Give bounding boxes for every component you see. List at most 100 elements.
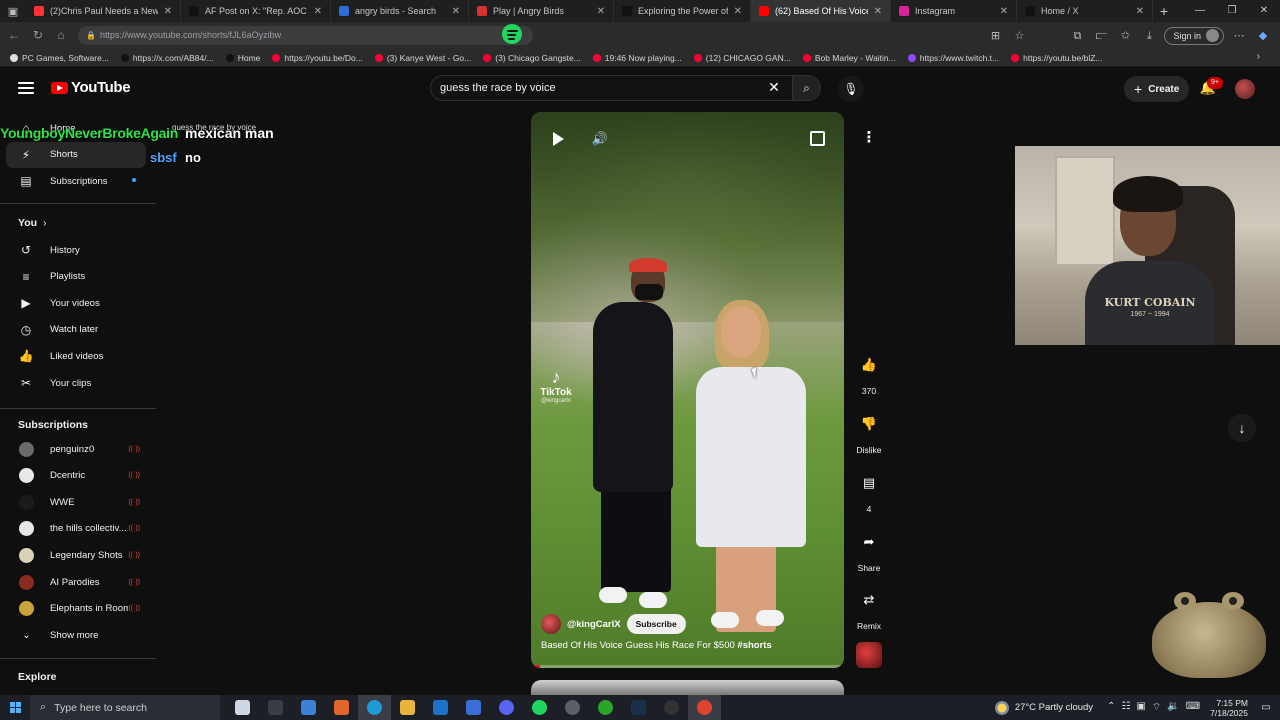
taskbar-app[interactable] [490, 695, 523, 720]
sign-in-button[interactable]: Sign in [1164, 26, 1224, 45]
bookmark-item[interactable]: PC Games, Software... [10, 53, 109, 63]
subscribe-button[interactable]: Subscribe [626, 614, 686, 634]
browser-tab[interactable]: (2)Chris Paul Needs a New ✕ [26, 0, 181, 22]
sound-thumbnail[interactable] [856, 642, 882, 668]
bookmark-item[interactable]: https://www.twitch.t... [907, 53, 999, 63]
next-short-arrow-icon[interactable]: ↓ [1228, 414, 1256, 442]
taskbar-app[interactable] [358, 695, 391, 720]
maximize-icon[interactable]: ❐ [1216, 0, 1248, 22]
camera-icon[interactable]: ▣ [1136, 701, 1145, 714]
sidebar-item-your-videos[interactable]: ▶ Your videos [6, 290, 146, 316]
split-screen-icon[interactable]: ⫍ [1092, 27, 1110, 45]
dislike-button[interactable]: 👎 Dislike [852, 409, 886, 455]
address-bar[interactable]: 🔒 https://www.youtube.com/shorts/fJL6aOy… [78, 26, 533, 45]
taskbar-app[interactable] [226, 695, 259, 720]
browser-tab[interactable]: Play | Angry Birds ✕ [469, 0, 614, 22]
network-icon[interactable]: ☷ [1121, 701, 1130, 714]
apps-icon[interactable]: ⊞ [986, 27, 1004, 45]
subscription-channel[interactable]: Dcentric ((·)) [6, 463, 146, 489]
tab-close-icon[interactable]: ✕ [874, 6, 882, 17]
browser-tab[interactable]: (62) Based Of His Voice Gu ✕ [751, 0, 891, 22]
minimize-icon[interactable]: — [1184, 0, 1216, 22]
sidebar-item-history[interactable]: ↺ History [6, 237, 146, 263]
taskbar-app[interactable] [523, 695, 556, 720]
volume-icon[interactable]: 🔉 [1167, 701, 1179, 714]
weather-widget[interactable]: 27°C Partly cloudy [994, 700, 1093, 715]
tab-close-icon[interactable]: ✕ [314, 6, 322, 17]
taskbar-app[interactable] [589, 695, 622, 720]
bookmark-item[interactable]: Home [225, 53, 260, 63]
browser-tab[interactable]: AF Post on X: "Rep. AOC w ✕ [181, 0, 331, 22]
tab-close-icon[interactable]: ✕ [164, 6, 172, 17]
start-button[interactable] [0, 695, 30, 720]
keyboard-icon[interactable]: ⌨ [1186, 701, 1200, 714]
you-section-title[interactable]: You › [18, 217, 46, 229]
next-short-preview[interactable] [531, 680, 844, 695]
subscription-channel[interactable]: the hills collectiv... ((·)) [6, 516, 146, 542]
search-input[interactable]: guess the race by voice [430, 75, 793, 101]
bookmark-item[interactable]: https://youtu.be/Do... [272, 53, 363, 63]
sidebar-item-shorts[interactable]: ⚡ Shorts [6, 141, 146, 168]
bookmark-item[interactable]: (12) CHICAGO GAN... [693, 53, 791, 63]
tab-close-icon[interactable]: ✕ [597, 6, 605, 17]
playback-progress-bar[interactable] [531, 665, 844, 668]
sidebar-item-watch-later[interactable]: ◷ Watch later [6, 317, 146, 343]
voice-search-button[interactable]: 🎙 [838, 76, 864, 102]
sidebar-item-your-clips[interactable]: ✂ Your clips [6, 370, 146, 396]
browser-tab[interactable]: Exploring the Power of AI i ✕ [614, 0, 751, 22]
taskbar-app[interactable] [622, 695, 655, 720]
taskbar-app[interactable] [325, 695, 358, 720]
taskbar-app[interactable] [688, 695, 721, 720]
taskbar-app[interactable] [655, 695, 688, 720]
like-button[interactable]: 👍 370 [852, 350, 886, 396]
show-more-button[interactable]: ⌄ Show more [6, 622, 146, 648]
taskbar-app[interactable] [292, 695, 325, 720]
bookmark-item[interactable]: (3) Chicago Gangste... [483, 53, 581, 63]
back-icon[interactable]: ← [6, 27, 22, 43]
sidebar-item-liked-videos[interactable]: 👍 Liked videos [6, 343, 146, 369]
bookmark-item[interactable]: Bob Marley - Waitin... [802, 53, 896, 63]
close-window-icon[interactable]: ✕ [1248, 0, 1280, 22]
home-browser-icon[interactable]: ⌂ [53, 27, 69, 43]
hashtag-link[interactable]: #shorts [737, 640, 771, 651]
wifi-icon[interactable]: ⌔ [1152, 701, 1161, 714]
more-actions-icon[interactable]: ⋮ [858, 127, 880, 149]
play-icon[interactable] [550, 131, 566, 147]
bookmarks-overflow-icon[interactable]: › [1257, 51, 1260, 62]
channel-avatar[interactable] [541, 614, 561, 634]
clock[interactable]: 7:15 PM 7/18/2025 [1210, 698, 1248, 718]
favorites-icon[interactable]: ✩ [1116, 27, 1134, 45]
clear-search-icon[interactable]: ✕ [766, 79, 782, 95]
favorite-star-icon[interactable]: ☆ [1010, 27, 1028, 45]
sidebar-item-subscriptions[interactable]: ▤ Subscriptions [6, 168, 146, 194]
extensions-icon[interactable]: ⧉ [1068, 27, 1086, 45]
subscription-channel[interactable]: penguinz0 ((·)) [6, 436, 146, 462]
search-button[interactable]: ⌕ [793, 75, 821, 101]
browser-tab[interactable]: angry birds - Search ✕ [331, 0, 469, 22]
account-avatar[interactable] [1235, 79, 1255, 99]
taskbar-app[interactable] [391, 695, 424, 720]
tab-actions-icon[interactable]: ▣ [0, 0, 26, 22]
subscription-channel[interactable]: WWE ((·)) [6, 489, 146, 515]
subscription-channel[interactable]: Legendary Shots ((·)) [6, 542, 146, 568]
taskbar-app[interactable] [424, 695, 457, 720]
taskbar-app[interactable] [556, 695, 589, 720]
browser-tab[interactable]: Instagram ✕ [891, 0, 1017, 22]
youtube-logo[interactable]: YouTube [51, 79, 131, 96]
tab-close-icon[interactable]: ✕ [1000, 6, 1008, 17]
comments-button[interactable]: ▤ 4 [852, 468, 886, 514]
refresh-icon[interactable]: ↻ [30, 27, 46, 43]
volume-icon[interactable]: 🔊 [591, 130, 609, 148]
bookmark-item[interactable]: https://x.com/AB84/... [120, 53, 214, 63]
tab-close-icon[interactable]: ✕ [452, 6, 460, 17]
notification-center-icon[interactable]: ▭ [1258, 702, 1274, 713]
bookmark-item[interactable]: (3) Kanye West - Go... [374, 53, 471, 63]
browser-tab[interactable]: Home / X ✕ [1017, 0, 1153, 22]
subscription-channel[interactable]: Elephants in Room...((·)) [6, 596, 146, 622]
taskbar-search[interactable]: ⌕ Type here to search [30, 695, 220, 720]
tab-close-icon[interactable]: ✕ [734, 6, 742, 17]
bookmark-item[interactable]: https://youtu.be/blZ... [1011, 53, 1103, 63]
remix-button[interactable]: ⇄ Remix [852, 585, 886, 631]
chevron-up-icon[interactable]: ⌃ [1107, 701, 1115, 714]
subscription-channel[interactable]: AI Parodies ((·)) [6, 569, 146, 595]
